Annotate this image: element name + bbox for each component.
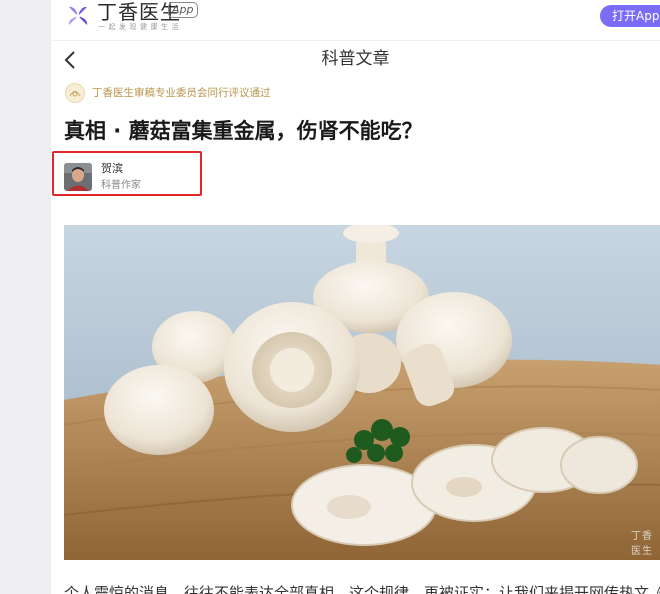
open-app-button[interactable]: 打开App xyxy=(600,5,660,27)
clove-logo-icon xyxy=(68,6,88,25)
brand-app-badge: App xyxy=(168,2,198,18)
article-body-first-line: 个人震惊的消息，往往不能表达全部真相，这个规律，再被证实：让我们来揭开网传热文《… xyxy=(64,584,660,594)
author-role: 科普作家 xyxy=(101,180,141,191)
page-title: 科普文章 xyxy=(321,49,390,69)
article-title: 真相 · 蘑菇富集重金属，伤肾不能吃？ xyxy=(64,119,423,143)
app-header: 丁香医生 App 一起发现健康生活 打开App xyxy=(51,0,660,41)
author-name[interactable]: 贺滨 xyxy=(101,162,123,176)
photo-watermark: 丁香医生 xyxy=(631,531,653,557)
article-page: 丁香医生 App 一起发现健康生活 打开App 科普文章 丁香医生审稿专业委员会… xyxy=(51,0,660,594)
mushroom-photo xyxy=(64,225,660,560)
author-avatar[interactable] xyxy=(64,163,92,191)
brand-slogan: 一起发现健康生活 xyxy=(98,23,182,31)
review-seal-icon xyxy=(65,83,85,103)
review-notice: 丁香医生审稿专业委员会同行评议通过 xyxy=(92,87,271,99)
